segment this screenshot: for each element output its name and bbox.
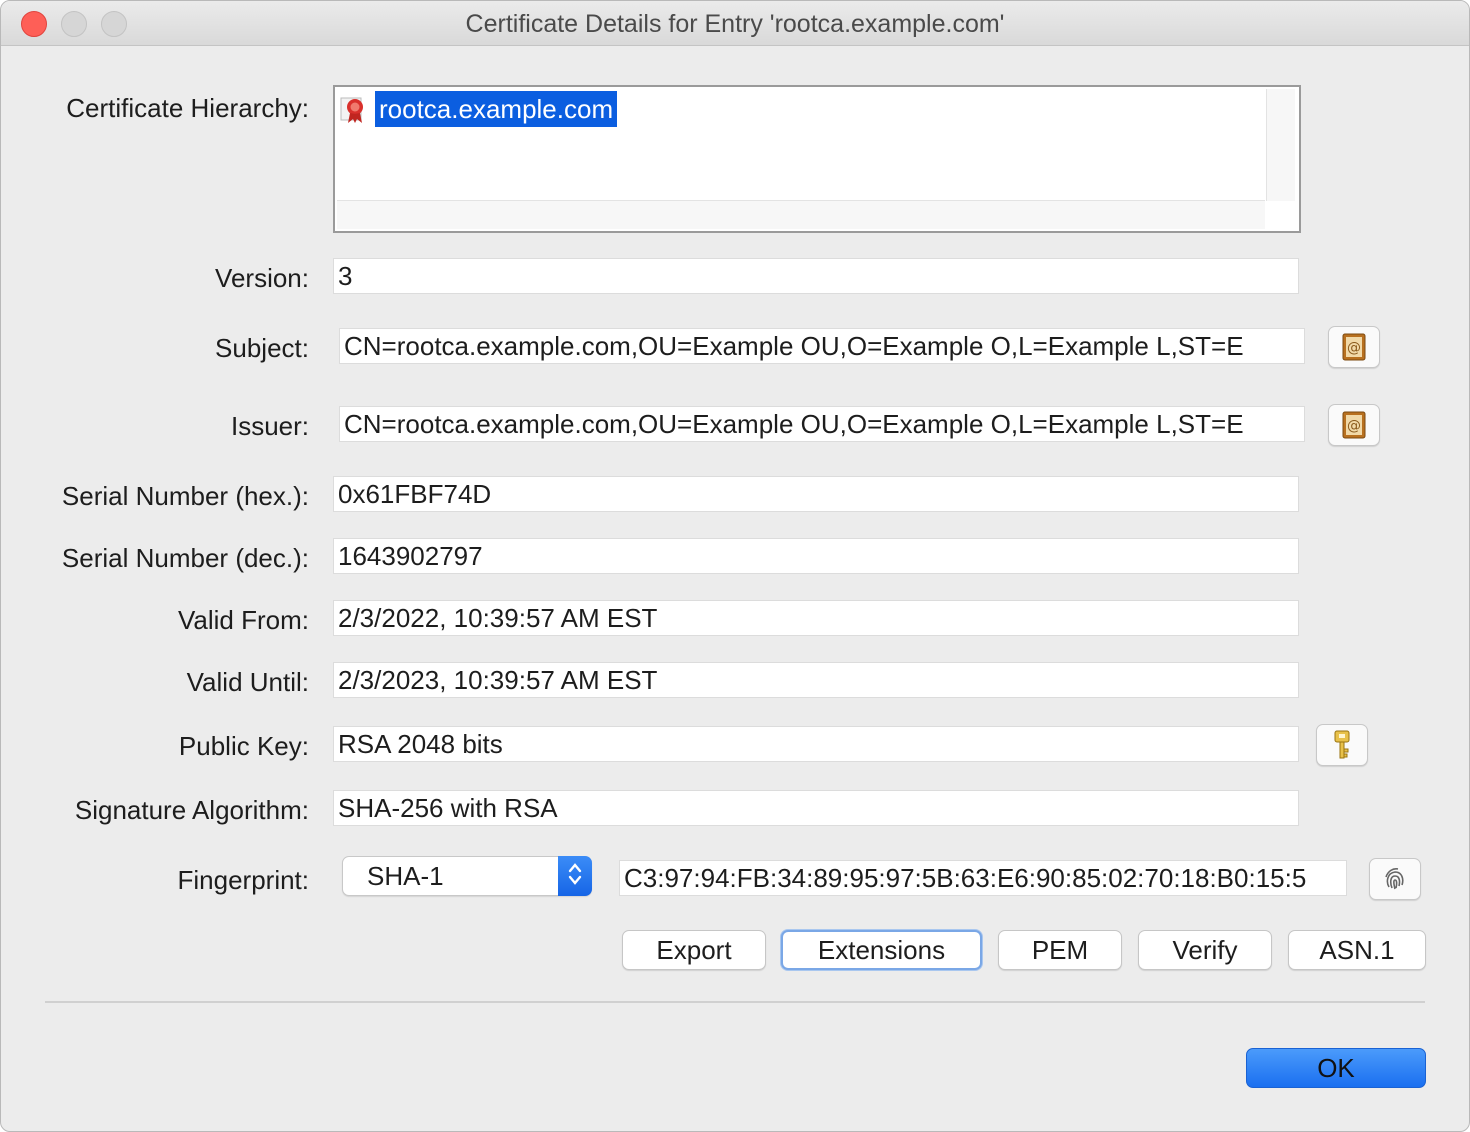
certificate-icon: [340, 97, 363, 123]
key-icon: [1334, 730, 1350, 759]
subject-label: Subject:: [215, 333, 309, 363]
title-bar: Certificate Details for Entry 'rootca.ex…: [1, 1, 1469, 46]
address-book-icon: @: [1342, 411, 1366, 439]
issuer-label: Issuer:: [230, 411, 309, 441]
serial-dec-label: Serial Number (dec.):: [61, 543, 309, 573]
fingerprint-field[interactable]: C3:97:94:FB:34:89:95:97:5B:63:E6:90:85:0…: [619, 860, 1347, 896]
asn1-button[interactable]: ASN.1: [1288, 930, 1426, 970]
subject-details-button[interactable]: @: [1328, 326, 1380, 368]
signature-algorithm-field[interactable]: SHA-256 with RSA: [333, 790, 1299, 826]
certificate-hierarchy-label: Certificate Hierarchy:: [66, 93, 309, 123]
valid-until-field[interactable]: 2/3/2023, 10:39:57 AM EST: [333, 662, 1299, 698]
fingerprint-algorithm-select[interactable]: SHA-1: [342, 856, 592, 896]
issuer-field[interactable]: CN=rootca.example.com,OU=Example OU,O=Ex…: [339, 406, 1305, 442]
extensions-button[interactable]: Extensions: [781, 930, 982, 970]
version-field[interactable]: 3: [333, 258, 1299, 294]
public-key-field[interactable]: RSA 2048 bits: [333, 726, 1299, 762]
fingerprint-algorithm-value: SHA-1: [367, 861, 444, 891]
pem-button[interactable]: PEM: [998, 930, 1122, 970]
valid-from-label: Valid From:: [178, 605, 309, 635]
fingerprint-icon: [1385, 868, 1404, 890]
ok-button[interactable]: OK: [1246, 1048, 1426, 1088]
chevron-up-down-icon: [568, 863, 582, 885]
verify-button[interactable]: Verify: [1138, 930, 1272, 970]
signature-algorithm-label: Signature Algorithm:: [74, 795, 309, 825]
copy-fingerprint-button[interactable]: [1369, 858, 1421, 900]
vertical-scrollbar[interactable]: [1266, 89, 1295, 201]
tree-node-label[interactable]: rootca.example.com: [375, 91, 618, 127]
svg-text:@: @: [1347, 418, 1361, 434]
serial-hex-field[interactable]: 0x61FBF74D: [333, 476, 1299, 512]
version-label: Version:: [215, 263, 309, 293]
valid-from-field[interactable]: 2/3/2022, 10:39:57 AM EST: [333, 600, 1299, 636]
public-key-details-button[interactable]: [1316, 724, 1368, 766]
serial-dec-field[interactable]: 1643902797: [333, 538, 1299, 574]
subject-field[interactable]: CN=rootca.example.com,OU=Example OU,O=Ex…: [339, 328, 1305, 364]
certificate-hierarchy-tree[interactable]: rootca.example.com: [333, 85, 1301, 233]
window-title: Certificate Details for Entry 'rootca.ex…: [465, 10, 1005, 38]
separator: [45, 1001, 1425, 1003]
issuer-details-button[interactable]: @: [1328, 404, 1380, 446]
address-book-icon: @: [1342, 333, 1366, 361]
serial-hex-label: Serial Number (hex.):: [61, 481, 309, 511]
certificate-details-dialog: Certificate Details for Entry 'rootca.ex…: [0, 0, 1470, 1132]
valid-until-label: Valid Until:: [186, 667, 309, 697]
svg-text:@: @: [1347, 340, 1361, 356]
select-stepper-icon[interactable]: [558, 856, 592, 896]
horizontal-scrollbar[interactable]: [337, 200, 1265, 229]
tree-node-root-cert[interactable]: rootca.example.com: [339, 91, 618, 127]
export-button[interactable]: Export: [622, 930, 766, 970]
fingerprint-label: Fingerprint:: [177, 865, 310, 895]
public-key-label: Public Key:: [178, 731, 309, 761]
